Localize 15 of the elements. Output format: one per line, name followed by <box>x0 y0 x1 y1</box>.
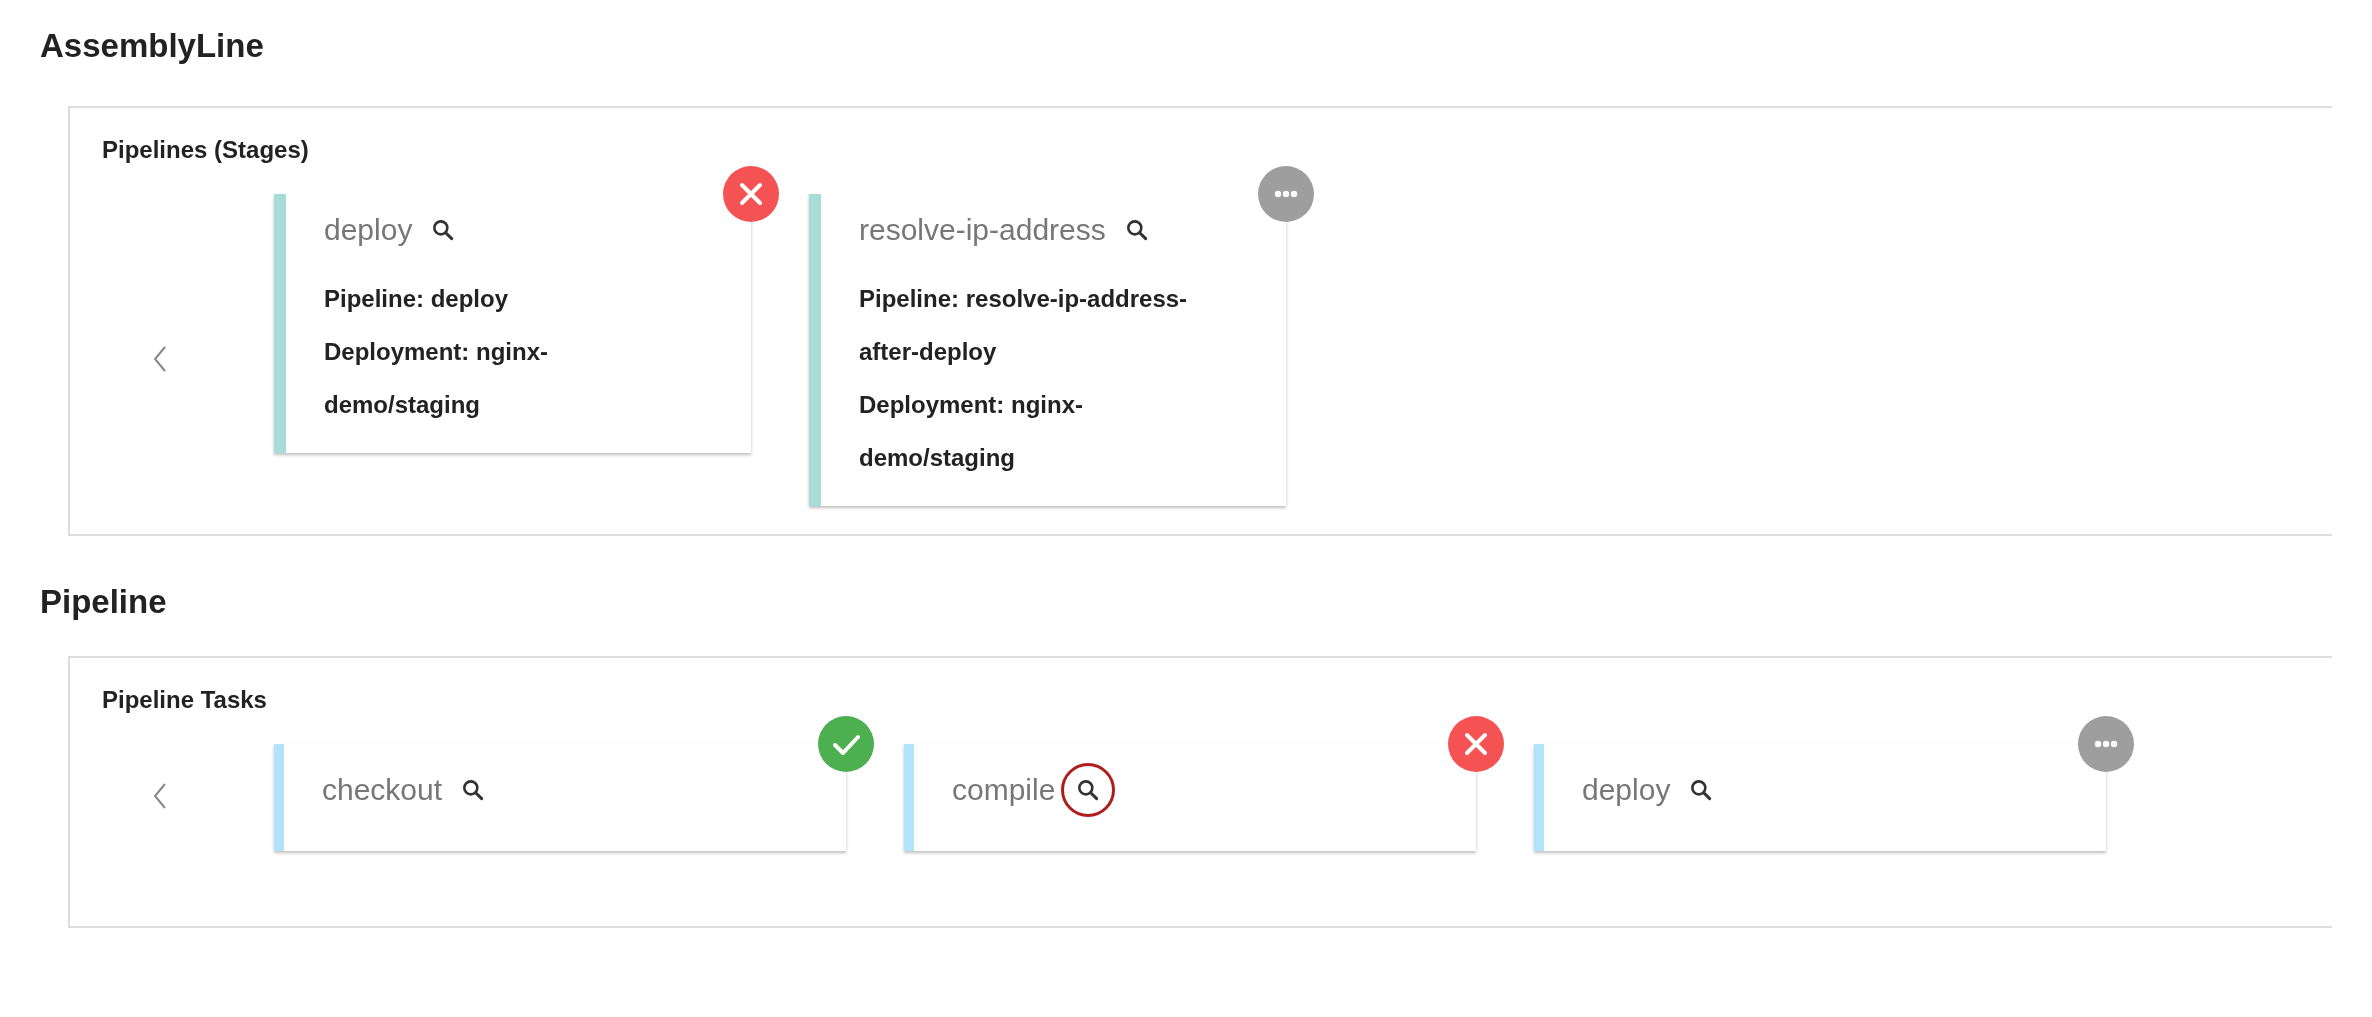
panel-title: Pipelines (Stages) <box>102 136 310 164</box>
stage-name: deploy <box>324 213 413 247</box>
task-name: checkout <box>322 773 443 807</box>
stage-detail: Deployment: nginx-demo/staging <box>859 390 1084 473</box>
stage-name: resolve-ip-address <box>859 213 1106 247</box>
panel-title: Pipeline Tasks <box>102 686 268 714</box>
stage-detail: Deployment: nginx-demo/staging <box>324 337 549 420</box>
stage-detail: Pipeline: resolve-ip-address-after-deploy <box>859 284 1189 367</box>
section-title: AssemblyLine <box>40 26 265 66</box>
chevron-left-icon[interactable] <box>152 782 168 810</box>
stage-detail: Pipeline: deploy <box>324 284 510 314</box>
task-name: deploy <box>1582 773 1671 807</box>
section-title: Pipeline <box>40 582 168 622</box>
task-name: compile <box>952 773 1056 807</box>
chevron-left-icon[interactable] <box>152 345 168 373</box>
